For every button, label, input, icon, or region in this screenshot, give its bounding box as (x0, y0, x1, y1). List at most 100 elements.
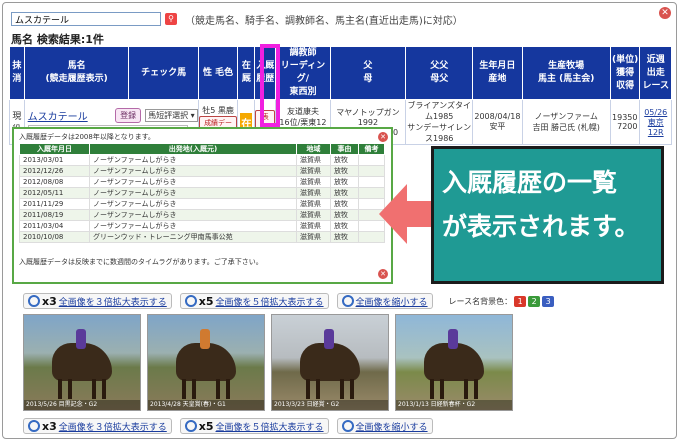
history-cell: 滋賀県 (296, 231, 331, 243)
zoom-label: 全画像を５倍拡大表示する (215, 297, 324, 308)
zoom-x3-button[interactable]: x3 全画像を３倍拡大表示する (23, 293, 172, 309)
history-cell: 2011/08/19 (19, 209, 90, 221)
table-row: 2013/03/01 ノーザンファームしがらき 滋賀県 放牧 (19, 154, 385, 166)
arrow-left-icon (379, 184, 434, 244)
rider-figure (76, 329, 86, 349)
history-cell (358, 154, 385, 166)
table-row: 2010/10/08 グリーンウッド・トレーニング甲南馬事公苑 滋賀県 放牧 (19, 231, 385, 243)
history-header: 入厩年月日 (19, 143, 90, 155)
history-cell: ノーザンファームしがらき (89, 154, 297, 166)
history-cell: グリーンウッド・トレーニング甲南馬事公苑 (89, 231, 297, 243)
history-cell: 滋賀県 (296, 209, 331, 221)
zoom-mult: x3 (42, 294, 57, 308)
history-cell: 放牧 (330, 176, 359, 188)
legend-label: レース名背景色： (448, 296, 513, 306)
history-cell: ノーザンファームしがらき (89, 176, 297, 188)
history-cell: ノーザンファームしがらき (89, 220, 297, 232)
history-cell: 2012/12/26 (19, 165, 90, 177)
history-cell: 滋賀県 (296, 154, 331, 166)
rider-figure (324, 329, 334, 349)
history-footer: 入厩履歴データは反映までに数週間のタイムラグがあります。ご了承下さい。 (19, 258, 263, 266)
zoom-mult: x5 (198, 294, 214, 308)
shrink-button[interactable]: 全画像を縮小する (336, 293, 433, 309)
col-header: 在厩 (237, 46, 256, 100)
rider-figure (448, 329, 458, 349)
zoom-x3-button[interactable]: x3 全画像を３倍拡大表示する (23, 418, 172, 434)
history-table: 入厩年月日 出発地(入厩元) 地域 事由 備考 2013/03/01 ノーザンファ… (19, 143, 385, 243)
table-row: 2012/05/11 ノーザンファームしがらき 滋賀県 放牧 (19, 187, 385, 199)
horse-name-link[interactable]: ムスカテール (28, 108, 88, 123)
col-header: 性 毛色 (197, 46, 239, 100)
close-icon[interactable]: ✕ (659, 7, 671, 19)
magnifier-icon (28, 295, 40, 307)
search-icon[interactable]: ⚲ (165, 13, 177, 25)
photo-thumbnail[interactable]: 2013/1/13 日経新春杯・G2 (395, 314, 513, 411)
history-cell: 滋賀県 (296, 176, 331, 188)
g3-badge: 3番 (542, 295, 555, 317)
g2-badge: 2番 (528, 295, 541, 317)
history-cell: ノーザンファームしがらき (89, 165, 297, 177)
col-header: 父父 母父 (405, 46, 474, 100)
table-row: 2011/11/29 ノーザンファームしがらき 滋賀県 放牧 (19, 198, 385, 210)
sire: マヤノトップガン1992 (336, 107, 400, 127)
race-name-link[interactable]: 東京12R (640, 117, 671, 137)
owner: 吉田 勝己氏 (札幌) (532, 123, 600, 132)
zoom-bar-bottom: x3 全画像を３倍拡大表示する x5 全画像を５倍拡大表示する 全画像を縮小する (23, 418, 433, 434)
table-row: 2011/03/04 ノーザンファームしがらき 滋賀県 放牧 (19, 220, 385, 232)
shrink-button[interactable]: 全画像を縮小する (336, 418, 433, 434)
race-cell: 05/26 東京12R (639, 99, 672, 145)
search-input[interactable] (11, 12, 161, 26)
history-cell: 放牧 (330, 165, 359, 177)
sire-sire: ブライアンズタイム1985 (407, 101, 471, 121)
col-header: 父 母 (329, 46, 407, 100)
col-header: 生産牧場 馬主 (馬主会) (521, 46, 611, 100)
col-header: 近週 出走 レース (639, 46, 672, 100)
history-cell: 滋賀県 (296, 198, 331, 210)
zoom-label: 全画像を縮小する (355, 297, 428, 308)
earn-total: 19350 (612, 113, 638, 122)
zoom-label: 全画像を３倍拡大表示する (58, 297, 167, 308)
photo-thumbnail[interactable]: 2013/3/23 日経賞・G2 (271, 314, 389, 411)
trainer-name: 友道康夫 (286, 106, 319, 116)
dam-sire: サンデーサイレンス1986 (407, 123, 472, 143)
magnifier-icon (184, 420, 197, 432)
table-row: 2012/08/08 ノーザンファームしがらき 滋賀県 放牧 (19, 176, 385, 188)
zoom-bar-top: x3 全画像を３倍拡大表示する x5 全画像を５倍拡大表示する 全画像を縮小する レ… (23, 293, 555, 317)
earn-acquired: 7200 (617, 122, 638, 131)
zoom-x5-button[interactable]: x5 全画像を５倍拡大表示する (179, 293, 329, 309)
birth-cell: 2008/04/18 安平 (472, 99, 523, 145)
breeder-cell: ノーザンファーム 吉田 勝己氏 (札幌) (521, 99, 611, 145)
history-cell: ノーザンファームしがらき (89, 187, 297, 199)
magnifier-icon (28, 420, 40, 432)
register-button[interactable]: 登録 (115, 108, 142, 123)
history-cell: 滋賀県 (296, 187, 331, 199)
history-cell: 滋賀県 (296, 220, 331, 232)
history-cell: 放牧 (330, 209, 359, 221)
table-row: 2012/12/26 ノーザンファームしがらき 滋賀県 放牧 (19, 165, 385, 177)
photo-strip: 2013/5/26 目黒記念・G2 2013/4/28 天皇賞(春)・G1 20… (23, 314, 513, 411)
eval-select[interactable]: 馬短評選択 ▾ (145, 109, 198, 122)
close-icon[interactable]: ✕ (378, 132, 388, 142)
col-header: 生年月日 産地 (472, 46, 523, 100)
nyukyu-history-panel: 入厩履歴データは2008年以降となります。 ✕ 入厩年月日 出発地(入厩元) 地… (12, 127, 393, 284)
earnings-cell: 19350 7200 (609, 99, 641, 145)
photo-thumbnail[interactable]: 2013/4/28 天皇賞(春)・G1 (147, 314, 265, 411)
result-title: 馬名 検索結果:1件 (11, 33, 104, 46)
col-header: 馬名 (競走履歴表示) (23, 46, 130, 100)
photo-caption: 2013/3/23 日経賞・G2 (272, 400, 388, 410)
history-header: 備考 (358, 143, 385, 155)
history-cell: 放牧 (330, 220, 359, 232)
history-cell: 放牧 (330, 187, 359, 199)
race-date-link[interactable]: 05/26 (640, 108, 671, 117)
magnifier-icon (341, 295, 354, 307)
magnifier-icon (341, 420, 354, 432)
zoom-x5-button[interactable]: x5 全画像を５倍拡大表示する (179, 418, 329, 434)
close-icon[interactable]: ✕ (378, 269, 388, 279)
g1-badge: 1番 (514, 295, 527, 317)
eval-select-label: 馬短評選択 (148, 111, 189, 120)
history-cell: 2011/11/29 (19, 198, 90, 210)
sex-color: 牡5 黒鹿 (202, 105, 234, 115)
photo-thumbnail[interactable]: 2013/5/26 目黒記念・G2 (23, 314, 141, 411)
col-header: 抹消 (9, 46, 25, 100)
zoom-label: 全画像を縮小する (355, 422, 428, 433)
